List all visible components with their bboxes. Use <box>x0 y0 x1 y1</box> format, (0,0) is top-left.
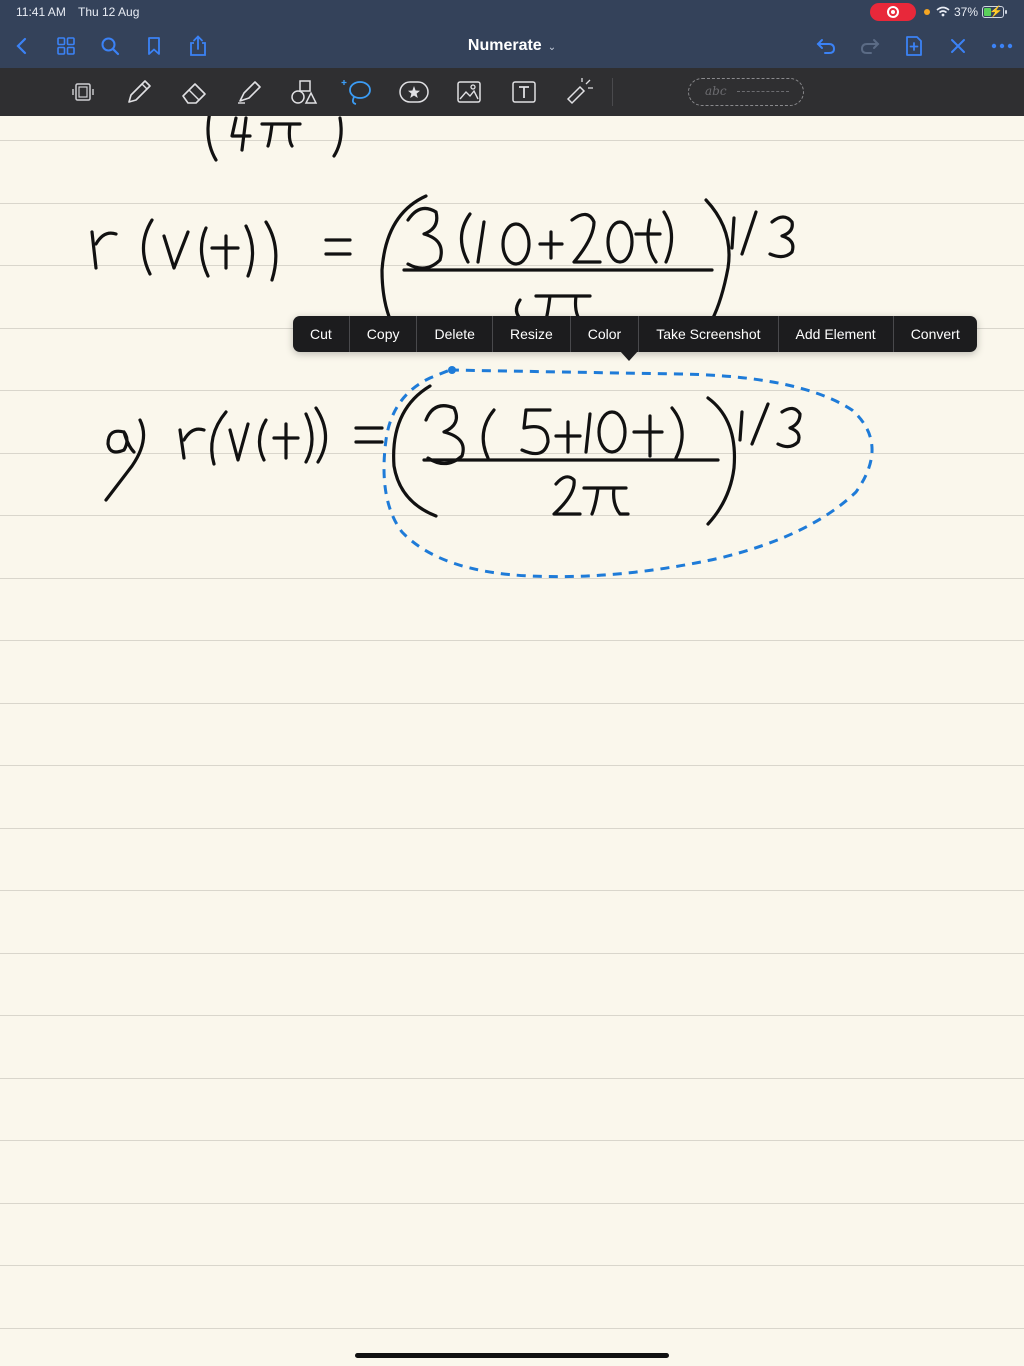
close-button[interactable] <box>944 32 972 60</box>
menu-resize[interactable]: Resize <box>493 316 571 352</box>
image-tool-button[interactable] <box>452 76 486 108</box>
home-indicator[interactable] <box>355 1353 669 1358</box>
menu-color[interactable]: Color <box>571 316 640 352</box>
wifi-icon <box>936 6 950 17</box>
ruled-line <box>0 828 1024 829</box>
sample-stroke <box>737 91 789 92</box>
status-date: Thu 12 Aug <box>78 5 140 19</box>
menu-take-screenshot[interactable]: Take Screenshot <box>639 316 779 352</box>
more-button[interactable] <box>988 32 1016 60</box>
menu-copy[interactable]: Copy <box>350 316 418 352</box>
ruled-line <box>0 1078 1024 1079</box>
microphone-indicator-dot <box>924 9 930 15</box>
image-icon <box>457 81 481 103</box>
ruled-line <box>0 1328 1024 1329</box>
more-icon <box>991 43 1013 49</box>
battery-icon: ⚡ <box>982 6 1007 18</box>
screen-recording-indicator[interactable] <box>870 3 916 21</box>
page-tool-icon <box>72 83 94 101</box>
menu-convert[interactable]: Convert <box>894 316 977 352</box>
shapes-icon <box>291 80 318 104</box>
text-box-icon <box>512 81 536 103</box>
toolbar-divider <box>612 78 613 106</box>
close-icon <box>951 39 965 53</box>
status-bar: 11:41 AM Thu 12 Aug 37% ⚡ <box>0 0 1024 24</box>
shapes-tool-button[interactable] <box>287 76 321 108</box>
sticker-tool-button[interactable] <box>397 76 431 108</box>
menu-delete[interactable]: Delete <box>417 316 493 352</box>
sample-text: abc <box>705 84 727 98</box>
ruled-line <box>0 640 1024 641</box>
page-tool-button[interactable] <box>66 76 100 108</box>
add-page-button[interactable] <box>900 32 928 60</box>
pen-icon <box>128 80 151 103</box>
ruled-line <box>0 1015 1024 1016</box>
menu-add-element[interactable]: Add Element <box>779 316 894 352</box>
lasso-icon <box>341 80 371 105</box>
lasso-selection-outline[interactable] <box>0 116 1024 616</box>
text-tool-button[interactable] <box>507 76 541 108</box>
charging-bolt-icon: ⚡ <box>989 6 1003 18</box>
ruled-line <box>0 1140 1024 1141</box>
lasso-options-sample[interactable]: abc <box>688 78 804 106</box>
redo-button[interactable] <box>856 32 884 60</box>
pen-tool-button[interactable] <box>122 76 156 108</box>
ruled-line <box>0 953 1024 954</box>
highlighter-icon <box>238 81 261 104</box>
undo-button[interactable] <box>812 32 840 60</box>
undo-icon <box>816 39 836 54</box>
laser-pointer-tool-button[interactable] <box>562 76 596 108</box>
redo-icon <box>860 39 880 54</box>
sticker-icon <box>399 81 429 103</box>
menu-cut[interactable]: Cut <box>293 316 350 352</box>
eraser-icon <box>182 83 206 104</box>
selection-context-menu: Cut Copy Delete Resize Color Take Screen… <box>293 316 977 352</box>
ruled-line <box>0 890 1024 891</box>
battery-percent: 37% <box>954 5 979 19</box>
eraser-tool-button[interactable] <box>177 76 211 108</box>
navigation-bar: Numerate ⌄ <box>0 24 1024 68</box>
chevron-down-icon: ⌄ <box>547 42 557 53</box>
drawing-toolbar: abc <box>0 68 1024 116</box>
status-time: 11:41 AM <box>16 5 66 19</box>
document-title-text: Numerate <box>467 37 542 54</box>
lasso-tool-button[interactable] <box>340 76 374 108</box>
laser-pointer-icon <box>566 78 593 105</box>
ruled-line <box>0 1265 1024 1266</box>
ruled-line <box>0 765 1024 766</box>
highlighter-tool-button[interactable] <box>232 76 266 108</box>
ruled-line <box>0 1203 1024 1204</box>
add-page-icon <box>906 36 922 56</box>
context-menu-pointer <box>620 351 638 361</box>
record-icon <box>887 6 899 18</box>
ruled-line <box>0 703 1024 704</box>
